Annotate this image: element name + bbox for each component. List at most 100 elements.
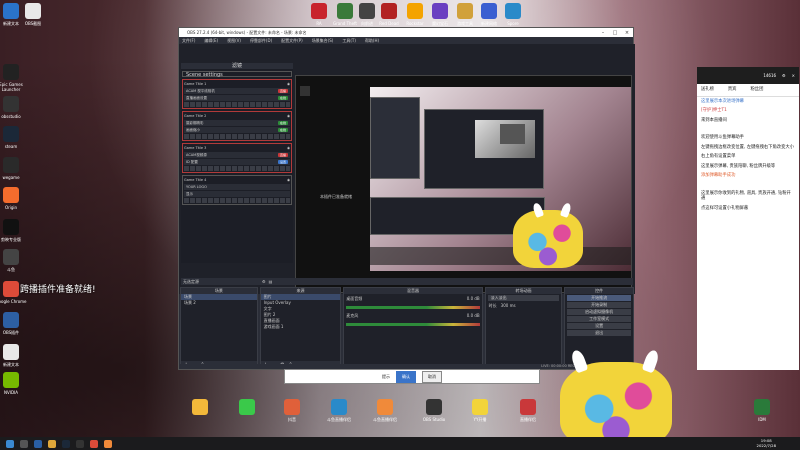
source-tag[interactable]: 在线 bbox=[277, 121, 288, 125]
desktop-icon[interactable]: 新建文本 bbox=[0, 344, 28, 367]
close-icon[interactable]: × bbox=[621, 30, 633, 36]
desktop-icon-label: Spore bbox=[507, 21, 519, 26]
menu-item[interactable]: 配置文件(P) bbox=[281, 38, 303, 44]
chrome-icon[interactable] bbox=[90, 439, 98, 448]
source-card[interactable]: Game Title 4 ◉ YOUR LOGO 显示 bbox=[182, 175, 292, 205]
source-card[interactable]: Game Title 3 ◉ ACAM视频源 直播 ID 配置 设置 bbox=[182, 143, 292, 173]
desktop-icon[interactable]: OBS截图 bbox=[16, 3, 50, 26]
obs-menubar: 文件(F) 编辑(E) 视图(V) 停靠部件(D) 配置文件(P) 场景集合(S) 工具(T… bbox=[179, 37, 633, 44]
desktop-icon[interactable]: obsstudio bbox=[0, 96, 28, 119]
desktop-icon[interactable]: 直播伴侣 bbox=[511, 399, 545, 422]
chat-tab[interactable]: 送礼榜 bbox=[701, 87, 714, 93]
desktop-icon-label: 剪映专业版 bbox=[1, 237, 21, 242]
list-item[interactable]: 游戏画面 1 bbox=[261, 324, 341, 330]
chat-close-icon[interactable]: × bbox=[792, 73, 795, 79]
source-tag[interactable]: 在线 bbox=[277, 96, 288, 100]
list-item[interactable]: 场景 2 bbox=[181, 300, 257, 306]
menu-item[interactable]: 编辑(E) bbox=[204, 38, 218, 44]
desktop-icon[interactable]: Spore bbox=[496, 3, 530, 26]
source-card[interactable]: Game Title 1 ◉ ACAM 视平线相机 直播 直播画面设置 在线 bbox=[182, 79, 292, 109]
transitions-title: 转场动画 bbox=[485, 288, 562, 294]
obs-preview[interactable]: 本插件已准备就绪 bbox=[295, 75, 632, 293]
source-title: Game Title 3 bbox=[184, 146, 207, 150]
chat-tab[interactable]: 粉丝团 bbox=[750, 87, 763, 93]
start-icon[interactable] bbox=[6, 439, 14, 448]
duration-input[interactable]: 300 ms bbox=[501, 303, 516, 309]
app-icon bbox=[3, 344, 19, 360]
chat-message: 来到本直播间 bbox=[697, 116, 799, 126]
dialog-ok-button[interactable]: 确认 bbox=[396, 370, 416, 383]
source-card[interactable]: Game Title 2 ◉ 摄影棚精彩 在线 画面缩小 在线 bbox=[182, 111, 292, 141]
menu-item[interactable]: 工具(T) bbox=[342, 38, 356, 44]
desktop-icon[interactable]: 抖音 bbox=[275, 399, 309, 422]
desktop-icon[interactable]: OBS插件 bbox=[0, 312, 28, 335]
menu-item[interactable]: 停靠部件(D) bbox=[250, 38, 272, 44]
dialog-cancel-button[interactable]: 取消 bbox=[422, 370, 442, 383]
properties-icon[interactable]: ⚙ bbox=[262, 279, 266, 284]
chat-message: 添加弹幕助手成功 bbox=[697, 171, 799, 181]
control-button[interactable]: 设置 bbox=[567, 323, 632, 329]
chat-message: 右上角有设置菜单 bbox=[697, 152, 799, 162]
desktop-icon[interactable]: 斗鱼 bbox=[0, 249, 28, 272]
desktop-icon[interactable]: Epic Games Launcher bbox=[0, 64, 28, 92]
app-icon bbox=[3, 249, 19, 265]
toggle-icon[interactable]: ◉ bbox=[287, 114, 290, 118]
source-dock: 滤镜 Scene settings Game Title 1 ◉ ACAM 视平线相… bbox=[181, 63, 293, 263]
menu-item[interactable]: 帮助(H) bbox=[365, 38, 379, 44]
toggle-icon[interactable]: ◉ bbox=[287, 146, 290, 150]
folder-icon[interactable] bbox=[48, 439, 56, 448]
source-tag[interactable]: 直播 bbox=[277, 89, 288, 93]
control-button[interactable]: 退出 bbox=[567, 330, 632, 336]
minimize-icon[interactable]: – bbox=[597, 30, 609, 36]
app-icon[interactable] bbox=[104, 439, 112, 448]
maximize-icon[interactable]: □ bbox=[609, 30, 621, 36]
desktop-icon[interactable] bbox=[183, 399, 217, 417]
desktop-icon[interactable]: Origin bbox=[0, 187, 28, 210]
mixer-ch1-meter[interactable] bbox=[346, 306, 480, 309]
desktop-icon[interactable] bbox=[230, 399, 264, 417]
toggle-icon[interactable]: ◉ bbox=[287, 178, 290, 182]
desktop-icon[interactable]: wegame bbox=[0, 157, 28, 180]
source-tag[interactable]: 直播 bbox=[277, 153, 288, 157]
control-button[interactable]: 开始推流 bbox=[567, 295, 632, 301]
desktop-icon[interactable]: steam bbox=[0, 126, 28, 149]
obs-icon[interactable] bbox=[76, 439, 84, 448]
menu-item[interactable]: 场景集合(S) bbox=[312, 38, 334, 44]
control-button[interactable]: 开始录制 bbox=[567, 302, 632, 308]
app-icon bbox=[481, 3, 497, 19]
control-button[interactable]: 工作室模式 bbox=[567, 316, 632, 322]
chat-message: 这里展示你收到的礼物, 道具, 贵族开通, 钻粉开通 bbox=[697, 189, 799, 204]
app-icon bbox=[381, 3, 397, 19]
control-button[interactable]: 启动虚拟摄像机 bbox=[567, 309, 632, 315]
source-tag[interactable]: 设置 bbox=[277, 160, 288, 164]
edge-icon[interactable] bbox=[34, 439, 42, 448]
chat-tab[interactable]: 贵宾 bbox=[728, 87, 737, 93]
desktop-icon[interactable]: OBS Studio bbox=[417, 399, 451, 422]
chat-message: 这里展示弹幕, 贵族陪聊, 粉丝牌升级等 bbox=[697, 162, 799, 172]
desktop-icon[interactable]: 斗鱼直播伴侣 bbox=[368, 399, 402, 422]
chat-settings-icon[interactable]: ⚙ bbox=[782, 73, 786, 79]
dock-header[interactable]: Scene settings bbox=[182, 71, 292, 78]
source-tag[interactable]: 在线 bbox=[277, 128, 288, 132]
desktop-icon[interactable]: IDM bbox=[745, 399, 779, 422]
desktop-icon[interactable]: YY开播 bbox=[463, 399, 497, 422]
menu-item[interactable]: 视图(V) bbox=[227, 38, 241, 44]
obs-window[interactable]: OBS 27.2.4 (64-bit, windows) - 配置文件: 未命名… bbox=[178, 27, 635, 370]
taskbar-clock[interactable]: 19:08 2022/7/28 bbox=[757, 438, 776, 448]
app-icon bbox=[331, 399, 347, 415]
desktop-icon[interactable]: 剪映专业版 bbox=[0, 219, 28, 242]
steam-icon[interactable] bbox=[62, 439, 70, 448]
desktop-icon[interactable]: NVIDIA bbox=[0, 372, 28, 395]
danmaku-chat-window[interactable]: 14616 ⚙ × 送礼榜 贵宾 粉丝团 这里展示本次进场弹幕 [守护]绅士T1 来到本… bbox=[697, 67, 799, 370]
search-icon[interactable] bbox=[20, 439, 28, 448]
menu-item[interactable]: 文件(F) bbox=[182, 38, 195, 44]
duration-label: 时长 bbox=[488, 303, 497, 308]
desktop-icon[interactable]: 斗鱼直播伴侣 bbox=[322, 399, 356, 422]
transition-select[interactable]: 淡入淡出 bbox=[487, 295, 560, 301]
chat-user[interactable]: [守护]绅士T bbox=[701, 108, 724, 113]
mixer-ch2-meter[interactable] bbox=[346, 323, 480, 326]
obs-titlebar[interactable]: OBS 27.2.4 (64-bit, windows) - 配置文件: 未命名… bbox=[179, 28, 633, 37]
source-list: Game Title 1 ◉ ACAM 视平线相机 直播 直播画面设置 在线 Game Ti… bbox=[181, 79, 293, 205]
filters-icon[interactable]: ▤ bbox=[269, 279, 273, 284]
toggle-icon[interactable]: ◉ bbox=[287, 82, 290, 86]
